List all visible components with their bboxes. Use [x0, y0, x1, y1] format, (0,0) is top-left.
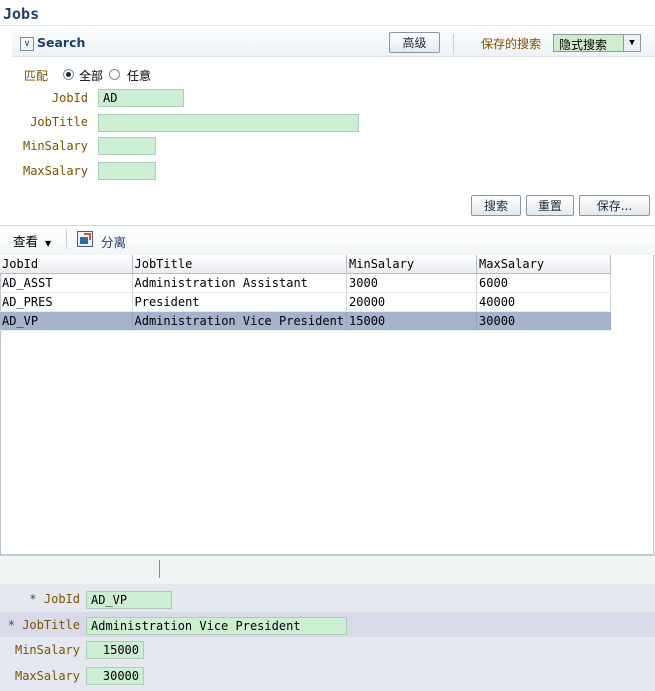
table-row[interactable]: AD_PRES President 20000 40000 [0, 292, 612, 312]
match-all-radio[interactable] [63, 69, 74, 80]
collapse-toggle-icon[interactable]: ∨ [20, 37, 34, 51]
jobtitle-label: JobTitle [30, 115, 88, 129]
jobid-search-input[interactable]: AD [98, 89, 184, 107]
match-any-radio[interactable] [109, 69, 120, 80]
search-title: Search [37, 35, 86, 50]
detach-label[interactable]: 分离 [101, 232, 126, 251]
cell-minsalary: 20000 [346, 292, 478, 312]
match-label: 匹配 [24, 69, 49, 83]
form-jobtitle-label-text: JobTitle [22, 618, 80, 632]
view-menu[interactable]: 查看 ▼ [13, 231, 51, 250]
saved-search-select[interactable]: 隐式搜索 ▼ [553, 34, 641, 52]
jobtitle-search-input[interactable] [98, 114, 359, 132]
advanced-button[interactable]: 高级 [389, 32, 440, 53]
cell-maxsalary: 30000 [476, 311, 612, 331]
form-jobid-input[interactable]: AD_VP [86, 591, 172, 609]
header-divider [453, 34, 454, 54]
form-jobid-label: * JobId [6, 592, 80, 606]
detach-icon[interactable] [77, 231, 93, 247]
chevron-down-icon: ▼ [45, 239, 52, 248]
table-status-bar [0, 555, 655, 585]
chevron-down-icon[interactable]: ▼ [623, 35, 640, 51]
minsalary-search-input[interactable] [98, 137, 156, 155]
cell-minsalary: 15000 [346, 311, 478, 331]
view-menu-label: 查看 [13, 234, 39, 249]
required-marker: * [7, 618, 15, 632]
cell-jobtitle: Administration Vice President [132, 311, 348, 331]
match-any-label: 任意 [127, 69, 152, 83]
required-marker: * [29, 592, 37, 606]
cell-jobtitle: President [132, 292, 348, 312]
reset-button[interactable]: 重置 [526, 195, 574, 216]
table-toolbar [0, 225, 655, 256]
table-row-selected[interactable]: AD_VP Administration Vice President 1500… [0, 311, 612, 331]
cell-jobid: AD_PRES [0, 292, 133, 312]
maxsalary-label: MaxSalary [22, 164, 88, 178]
form-jobid-label-text: JobId [43, 592, 80, 606]
cell-maxsalary: 6000 [476, 273, 612, 293]
form-maxsalary-label: MaxSalary [14, 669, 80, 683]
form-maxsalary-input[interactable]: 30000 [86, 667, 144, 685]
cell-jobtitle: Administration Assistant [132, 273, 348, 293]
cell-jobid: AD_ASST [0, 273, 133, 293]
form-jobtitle-label: * JobTitle [0, 618, 80, 632]
match-all-label: 全部 [79, 69, 104, 83]
column-header-maxsalary[interactable]: MaxSalary [476, 255, 612, 274]
cell-jobid: AD_VP [0, 311, 133, 331]
toolbar-divider [66, 229, 67, 249]
form-minsalary-input[interactable]: 15000 [86, 641, 144, 659]
table-header-row: JobId JobTitle MinSalary MaxSalary [0, 255, 612, 274]
maxsalary-search-input[interactable] [98, 162, 156, 180]
search-button[interactable]: 搜索 [471, 195, 521, 216]
cell-minsalary: 3000 [346, 273, 478, 293]
saved-search-value: 隐式搜索 [559, 38, 608, 52]
form-minsalary-label: MinSalary [14, 643, 80, 657]
jobs-table: JobId JobTitle MinSalary MaxSalary AD_AS… [0, 255, 612, 331]
page-title: Jobs [3, 5, 40, 23]
column-header-jobtitle[interactable]: JobTitle [132, 255, 348, 274]
saved-search-label: 保存的搜索 [481, 37, 542, 51]
cell-maxsalary: 40000 [476, 292, 612, 312]
jobid-label: JobId [51, 91, 88, 105]
column-header-jobid[interactable]: JobId [0, 255, 133, 274]
save-button[interactable]: 保存... [579, 195, 650, 216]
status-divider [159, 560, 160, 578]
column-header-minsalary[interactable]: MinSalary [346, 255, 478, 274]
title-divider [0, 25, 655, 26]
table-row[interactable]: AD_ASST Administration Assistant 3000 60… [0, 273, 612, 293]
form-jobtitle-input[interactable]: Administration Vice President [86, 617, 347, 635]
minsalary-label: MinSalary [22, 139, 88, 153]
